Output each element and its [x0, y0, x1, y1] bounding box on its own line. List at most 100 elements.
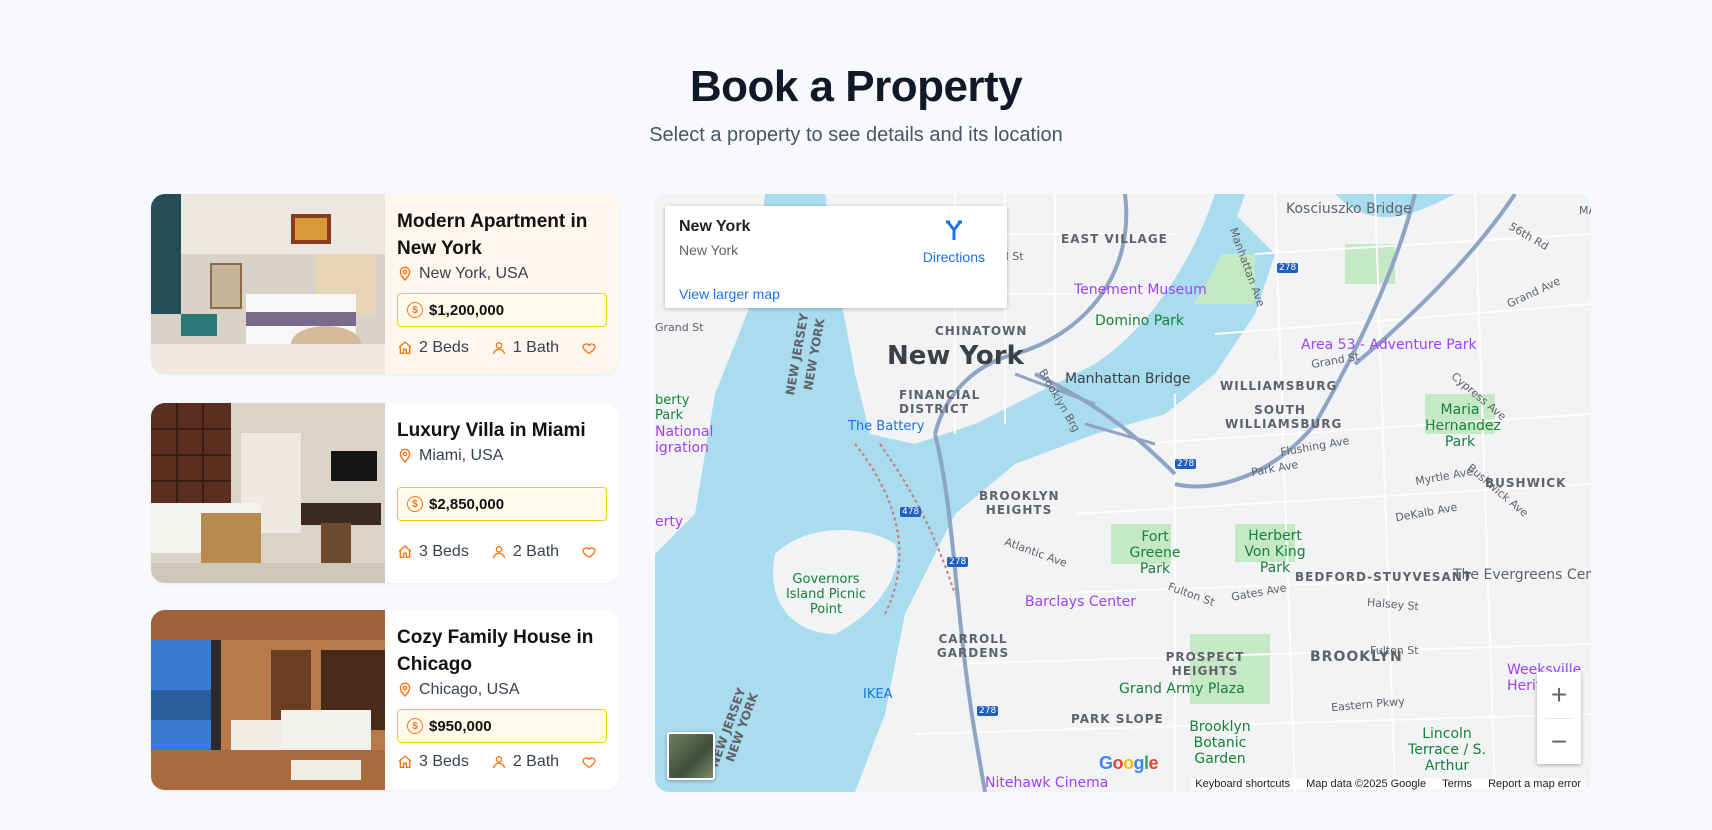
heart-icon[interactable] [581, 544, 597, 560]
heart-icon[interactable] [581, 340, 597, 356]
map-label: WILLIAMSBURG [1220, 379, 1338, 393]
page-subtitle: Select a property to see details and its… [649, 124, 1063, 146]
info-title: New York [679, 218, 751, 235]
highway-shield: 278 [947, 557, 969, 567]
map-poi: Manhattan Bridge [1065, 371, 1191, 387]
price-badge: $ $1,200,000 [397, 293, 607, 327]
beds-text: 2 Beds [419, 339, 469, 356]
map-poi: Domino Park [1095, 313, 1185, 329]
map-poi: berty Park [655, 393, 690, 423]
map-pin-icon [399, 448, 411, 463]
map-poi: Tenement Museum [1074, 282, 1207, 298]
zoom-controls: + − [1537, 672, 1581, 764]
home-icon [398, 341, 412, 354]
directions-icon [945, 220, 962, 240]
map-poi: Herbert Von King Park [1244, 528, 1306, 576]
zoom-in-button[interactable]: + [1537, 672, 1581, 718]
view-larger-map-link[interactable]: View larger map [679, 286, 780, 302]
property-location: Chicago, USA [397, 681, 607, 699]
baths-text: 2 Bath [512, 543, 560, 560]
directions-label: Directions [922, 249, 985, 265]
baths-text: 2 Bath [512, 753, 560, 770]
property-features: 3 Beds 2 Bath [397, 753, 607, 771]
map-poi: Kosciuszko Bridge [1286, 201, 1412, 217]
map-label: SOUTH WILLIAMSBURG [1225, 403, 1343, 431]
map-label: FINANCIAL DISTRICT [899, 388, 981, 416]
property-location: Miami, USA [397, 447, 607, 465]
heart-icon[interactable] [581, 754, 597, 770]
property-features: 3 Beds 2 Bath [397, 543, 607, 561]
highway-shield: 278 [977, 706, 999, 716]
info-subtitle: New York [679, 242, 739, 258]
map-label: PROSPECT HEIGHTS [1165, 650, 1245, 678]
map-label: CHINATOWN [935, 324, 1028, 338]
directions-button[interactable]: Directions [923, 218, 985, 265]
highway-shield: 278 [1277, 263, 1299, 273]
map-poi: National igration [655, 424, 714, 456]
map-label: CARROLL GARDENS [936, 632, 1010, 660]
map-poi: Brooklyn Botanic Garden [1189, 719, 1251, 767]
map-poi: Lincoln Terrace / S. Arthur [1408, 726, 1486, 774]
map-label: Grand St [655, 321, 704, 334]
zoom-out-button[interactable]: − [1537, 719, 1581, 765]
dollar-icon: $ [407, 496, 423, 512]
property-info: Modern Apartment in New York New York, U… [385, 194, 619, 374]
property-photo-bedroom [151, 194, 385, 374]
property-photo-house [151, 610, 385, 790]
location-text: Miami, USA [419, 447, 504, 464]
highway-shield: 278 [1175, 459, 1197, 469]
map-poi: Area 53 - Adventure Park [1301, 337, 1477, 353]
map-poi: Grand Army Plaza [1119, 681, 1245, 697]
property-name: Luxury Villa in Miami [397, 420, 586, 441]
map-poi: Fort Greene Park [1129, 529, 1181, 577]
map-info-window: New York New York View larger map Direct… [665, 206, 1007, 308]
map-poi: IKEA [863, 687, 893, 702]
person-icon [492, 546, 505, 559]
highway-shield: 478 [900, 507, 922, 517]
map-label: MA [1579, 204, 1591, 217]
map-poi: Barclays Center [1025, 594, 1136, 610]
property-photo-villa [151, 403, 385, 583]
page-title: Book a Property [689, 62, 1023, 111]
dollar-icon: $ [407, 718, 423, 734]
person-icon [492, 342, 505, 355]
map-poi: Nitehawk Cinema [985, 775, 1109, 791]
map-label-city: New York [887, 341, 1024, 371]
property-info: Cozy Family House in Chicago Chicago, US… [385, 610, 619, 790]
property-name: Cozy Family House in Chicago [397, 627, 594, 675]
property-name: Modern Apartment in New York [397, 211, 588, 259]
map-poi: The Evergreens Cem [1453, 567, 1591, 583]
location-text: New York, USA [419, 265, 529, 282]
beds-text: 3 Beds [419, 543, 469, 560]
map-poi: The Battery [848, 419, 925, 434]
property-location: New York, USA [397, 265, 607, 283]
property-features: 2 Beds 1 Bath [397, 339, 607, 357]
map-label: BROOKLYN HEIGHTS [979, 489, 1060, 517]
property-card[interactable]: Luxury Villa in Miami Miami, USA $ $2,85… [151, 403, 619, 583]
price-badge: $ $2,850,000 [397, 487, 607, 521]
map-label: PARK SLOPE [1071, 712, 1164, 726]
price-badge: $ $950,000 [397, 709, 607, 743]
property-card[interactable]: Cozy Family House in Chicago Chicago, US… [151, 610, 619, 790]
price-text: $2,850,000 [429, 495, 505, 513]
map-label: Fulton St [1370, 644, 1419, 657]
map-pin-icon [399, 266, 411, 281]
map-poi: Governors Island Picnic Point [785, 572, 867, 617]
map-poi: erty [655, 514, 684, 530]
home-icon [398, 545, 412, 558]
price-text: $950,000 [429, 717, 492, 735]
home-icon [398, 755, 412, 768]
property-card[interactable]: Modern Apartment in New York New York, U… [151, 194, 619, 374]
property-info: Luxury Villa in Miami Miami, USA $ $2,85… [385, 403, 619, 583]
beds-text: 3 Beds [419, 753, 469, 770]
map-pin-icon [399, 682, 411, 697]
page-header: Book a Property Select a property to see… [0, 0, 1712, 147]
price-text: $1,200,000 [429, 301, 505, 319]
satellite-layer-toggle[interactable] [667, 732, 715, 780]
location-text: Chicago, USA [419, 681, 520, 698]
map-label: BEDFORD-STUYVESANT [1295, 570, 1473, 584]
map-label: EAST VILLAGE [1061, 232, 1168, 246]
baths-text: 1 Bath [512, 339, 560, 356]
person-icon [492, 756, 505, 769]
dollar-icon: $ [407, 302, 423, 318]
